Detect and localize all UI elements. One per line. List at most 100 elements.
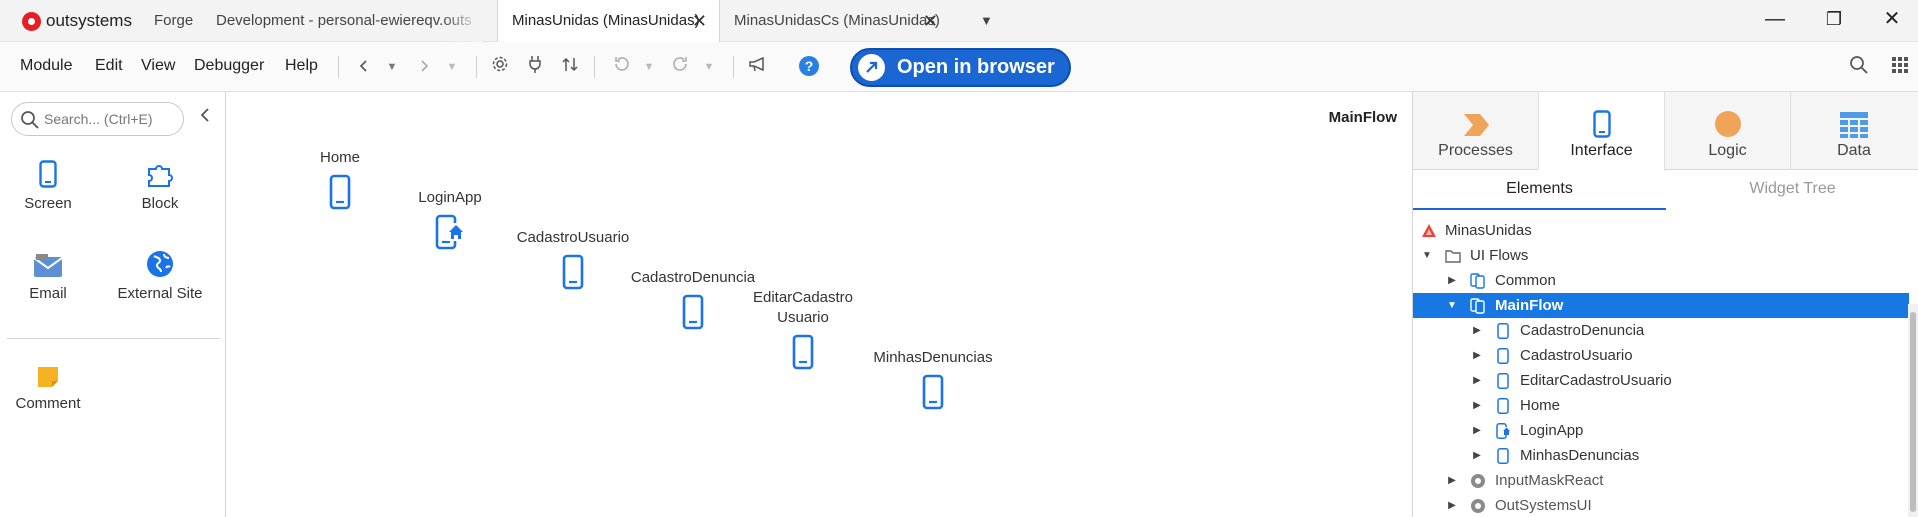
redo-icon[interactable]	[669, 55, 693, 79]
logo-text: outsystems	[46, 11, 132, 30]
expand-arrow-icon[interactable]: ▶	[1471, 318, 1483, 343]
toolbox-external-site[interactable]: External Site	[112, 244, 208, 304]
subtab-elements[interactable]: Elements	[1413, 170, 1666, 210]
tab-minasunidas[interactable]: MinasUnidas (MinasUnidas) ✕	[497, 0, 720, 43]
screen-icon	[329, 174, 351, 210]
search-icon[interactable]	[1847, 55, 1871, 79]
plug-icon[interactable]	[523, 55, 547, 79]
back-icon[interactable]	[352, 55, 376, 79]
expand-arrow-icon[interactable]: ▶	[1471, 443, 1483, 468]
expand-arrow-icon[interactable]: ▶	[1446, 493, 1458, 517]
title-bar: outsystems Forge Development - personal-…	[0, 0, 1918, 43]
node-label: MinhasDenuncias	[873, 349, 993, 366]
tree-item-label: OutSystemsUI	[1495, 497, 1592, 514]
screen-node-home[interactable]: Home	[295, 148, 385, 210]
toolbox-divider	[7, 338, 220, 339]
toolbar-separator	[476, 56, 477, 78]
close-window-button[interactable]: ✕	[1868, 0, 1916, 42]
tree-item-home[interactable]: ▶ Home	[1413, 393, 1909, 418]
expand-arrow-icon[interactable]: ▶	[1471, 368, 1483, 393]
compare-merge-icon[interactable]	[558, 55, 582, 79]
apps-grid-icon[interactable]	[1888, 55, 1912, 79]
tab-minasunidascs[interactable]: MinasUnidasCs (MinasUnidas) ✕	[720, 0, 950, 42]
tabs-overflow-button[interactable]: ▼	[972, 0, 1002, 42]
tree-item-minhasdenuncias[interactable]: ▶ MinhasDenuncias	[1413, 443, 1909, 468]
undo-dropdown-icon[interactable]: ▼	[637, 55, 661, 79]
screen-node-loginapp[interactable]: LoginApp	[400, 188, 500, 250]
tree-item-ui-flows[interactable]: ▼ UI Flows	[1413, 243, 1909, 268]
node-label: Home	[319, 149, 360, 166]
tab-label: Interface	[1570, 142, 1633, 159]
chevron-down-icon: ▼	[980, 13, 993, 28]
outsystems-logo[interactable]: outsystems	[22, 11, 132, 31]
tree-item-label: LoginApp	[1520, 422, 1584, 439]
open-in-browser-button[interactable]: Open in browser	[850, 48, 1071, 87]
email-icon	[0, 244, 96, 278]
back-history-dropdown-icon[interactable]: ▼	[380, 55, 404, 79]
toolbox-block[interactable]: Block	[112, 154, 208, 214]
tree-item-mainflow[interactable]: ▼ MainFlow	[1413, 293, 1909, 318]
tree-item-editarcadastrousuario[interactable]: ▶ EditarCadastroUsuario	[1413, 368, 1909, 393]
menu-view[interactable]: View	[141, 57, 175, 75]
toolbox-email[interactable]: Email	[0, 244, 96, 304]
toolbar-separator	[338, 56, 339, 78]
toolbox-search[interactable]	[11, 102, 184, 136]
close-tab-icon[interactable]: ✕	[692, 0, 707, 42]
announcement-megaphone-icon[interactable]	[746, 55, 770, 79]
help-icon[interactable]: ?	[799, 56, 819, 76]
tree-item-cadastrodenuncia[interactable]: ▶ CadastroDenuncia	[1413, 318, 1909, 343]
screen-icon	[1497, 348, 1509, 364]
maximize-button[interactable]: ❐	[1810, 0, 1858, 42]
tree-item-inputmaskreact[interactable]: ▶ InputMaskReact	[1413, 468, 1909, 493]
tree-item-outsystemsui[interactable]: ▶ OutSystemsUI	[1413, 493, 1909, 517]
tab-interface[interactable]: Interface	[1539, 92, 1665, 171]
collapse-panel-icon[interactable]	[198, 107, 214, 131]
tab-processes[interactable]: Processes	[1413, 92, 1539, 170]
settings-gear-icon[interactable]	[488, 55, 512, 79]
expand-arrow-icon[interactable]: ▼	[1446, 293, 1458, 318]
expand-arrow-icon[interactable]: ▶	[1446, 268, 1458, 293]
tree-item-loginapp[interactable]: ▶ LoginApp	[1413, 418, 1909, 443]
scrollbar-thumb[interactable]	[1910, 312, 1916, 512]
flow-canvas[interactable]: MainFlow Home LoginApp CadastroUsuario C…	[227, 92, 1411, 517]
screen-icon	[1497, 398, 1509, 414]
screen-node-editarcadastrousuario[interactable]: EditarCadastro Usuario	[748, 288, 858, 370]
forward-history-dropdown-icon[interactable]: ▼	[440, 55, 464, 79]
expand-arrow-icon[interactable]: ▶	[1446, 468, 1458, 493]
redo-dropdown-icon[interactable]: ▼	[697, 55, 721, 79]
expand-arrow-icon[interactable]: ▶	[1471, 343, 1483, 368]
tree-scrollbar[interactable]	[1908, 304, 1918, 517]
tree-item-common[interactable]: ▶ Common	[1413, 268, 1909, 293]
undo-icon[interactable]	[609, 55, 633, 79]
search-input[interactable]	[44, 109, 179, 129]
tab-forge[interactable]: Forge	[140, 0, 210, 42]
close-tab-icon[interactable]: ✕	[923, 0, 938, 42]
processes-icon	[1413, 92, 1538, 142]
minimize-button[interactable]: —	[1751, 0, 1799, 42]
tree-item-cadastrousuario[interactable]: ▶ CadastroUsuario	[1413, 343, 1909, 368]
menu-edit[interactable]: Edit	[95, 57, 123, 75]
block-icon	[112, 154, 208, 188]
menu-module[interactable]: Module	[20, 57, 72, 75]
panel-tabs: Processes Interface Logic Data	[1413, 92, 1918, 171]
screen-node-minhasdenuncias[interactable]: MinhasDenuncias	[858, 348, 1008, 410]
tab-logic[interactable]: Logic	[1665, 92, 1791, 170]
menu-help[interactable]: Help	[285, 57, 318, 75]
folder-icon	[1445, 250, 1461, 263]
forward-icon[interactable]	[412, 55, 436, 79]
expand-arrow-icon[interactable]: ▶	[1471, 393, 1483, 418]
dependency-icon	[1471, 499, 1485, 513]
node-label: CadastroUsuario	[516, 229, 630, 246]
expand-arrow-icon[interactable]: ▼	[1421, 243, 1433, 268]
tab-data[interactable]: Data	[1791, 92, 1917, 170]
screen-node-cadastrodenuncia[interactable]: CadastroDenuncia	[618, 268, 768, 330]
tree-item-label: CadastroDenuncia	[1520, 322, 1645, 339]
menu-debugger[interactable]: Debugger	[194, 57, 264, 75]
screen-icon	[1497, 448, 1509, 464]
expand-arrow-icon[interactable]: ▶	[1471, 418, 1483, 443]
tree-item-minasunidas[interactable]: MinasUnidas	[1413, 218, 1909, 243]
toolbox-screen[interactable]: Screen	[0, 154, 96, 214]
toolbox-comment[interactable]: Comment	[0, 354, 96, 414]
tab-development[interactable]: Development - personal-ewiereqv.outs	[202, 0, 482, 42]
subtab-widget-tree[interactable]: Widget Tree	[1666, 170, 1918, 210]
